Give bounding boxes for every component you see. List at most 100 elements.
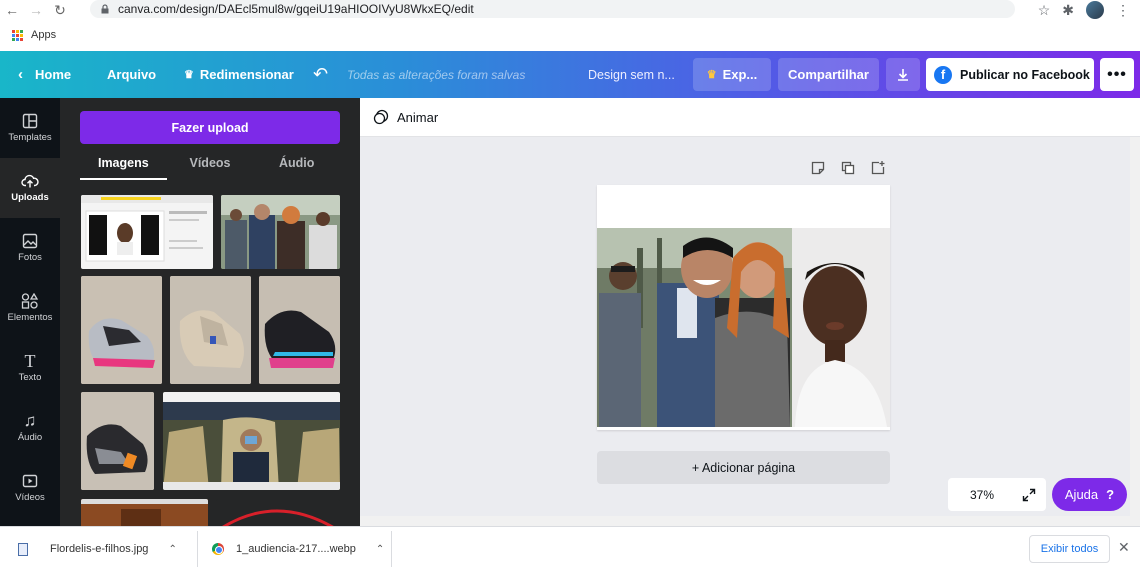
resize-button[interactable]: ♛ Redimensionar [184, 51, 294, 98]
rail-label: Elementos [7, 312, 53, 323]
downloads-bar: Flordelis-e-filhos.jpg ⌃ 1_audiencia-217… [0, 526, 1140, 570]
media-tabs: Imagens Vídeos Áudio [80, 154, 340, 180]
lock-icon [101, 4, 109, 14]
rail-label: Vídeos [15, 492, 45, 503]
apps-grid-icon [12, 29, 23, 41]
menu-kebab-icon[interactable]: ⋮ [1116, 2, 1130, 19]
tab-images[interactable]: Imagens [80, 154, 167, 180]
elements-icon [21, 293, 39, 309]
home-button[interactable]: ‹ Home [18, 51, 71, 98]
reload-icon[interactable]: ↻ [48, 0, 72, 20]
rail-item-templates[interactable]: Templates [0, 98, 60, 158]
page-tools [810, 160, 886, 176]
upload-button[interactable]: Fazer upload [80, 111, 340, 144]
question-icon: ? [1106, 487, 1115, 502]
publish-label: Publicar no Facebook [960, 67, 1090, 82]
chevron-up-icon[interactable]: ⌃ [376, 544, 384, 555]
rail-item-text[interactable]: T Texto [0, 338, 60, 398]
export-button[interactable]: ♛ Exp... [693, 58, 771, 91]
upload-thumbnail[interactable] [259, 276, 340, 384]
vertical-scrollbar[interactable] [1130, 137, 1140, 526]
rail-item-photos[interactable]: Fotos [0, 218, 60, 278]
url-text: canva.com/design/DAEcl5mul8w/gqeiU19aHIO… [118, 2, 474, 16]
photo-icon [22, 233, 38, 249]
undo-icon[interactable]: ↶ [313, 51, 328, 98]
rail-label: Templates [8, 132, 52, 143]
upload-thumbnail[interactable] [81, 195, 213, 269]
bookmark-apps[interactable]: Apps [31, 29, 56, 41]
horizontal-scrollbar[interactable] [360, 516, 1130, 526]
rail-label: Fotos [18, 252, 42, 263]
rail-label: Texto [18, 372, 42, 383]
chevron-left-icon: ‹ [18, 66, 23, 83]
star-icon[interactable]: ☆ [1038, 2, 1051, 19]
zoom-level[interactable]: 37% [970, 488, 994, 502]
bookmarks-bar: Apps [0, 22, 1140, 48]
audio-icon: ♫ [23, 411, 37, 430]
file-menu-button[interactable]: Arquivo [107, 51, 156, 98]
close-icon[interactable]: ✕ [1118, 539, 1130, 556]
add-page-icon[interactable] [870, 160, 886, 176]
duplicate-page-icon[interactable] [840, 160, 856, 176]
upload-thumbnail[interactable] [81, 499, 208, 526]
crown-icon: ♛ [184, 69, 194, 81]
download-filename: 1_audiencia-217....webp [236, 543, 356, 555]
editor-toolbar: Animar [360, 98, 1140, 137]
download-item[interactable]: 1_audiencia-217....webp ⌃ [212, 527, 384, 571]
rail-label: Uploads [11, 192, 49, 203]
video-icon [22, 474, 38, 488]
chrome-icon [212, 543, 224, 555]
help-label: Ajuda [1064, 487, 1099, 502]
share-button[interactable]: Compartilhar [778, 58, 879, 91]
forward-icon[interactable]: → [24, 0, 48, 20]
tab-videos[interactable]: Vídeos [167, 154, 254, 180]
download-item[interactable]: Flordelis-e-filhos.jpg ⌃ [18, 527, 177, 571]
download-icon[interactable] [886, 58, 920, 91]
divider [197, 531, 198, 567]
rail-item-elements[interactable]: Elementos [0, 278, 60, 338]
fullscreen-icon[interactable] [1022, 488, 1036, 502]
rail-item-audio[interactable]: ♫ Áudio [0, 398, 60, 458]
show-all-downloads-button[interactable]: Exibir todos [1029, 535, 1110, 563]
upload-cloud-icon [21, 174, 39, 188]
address-bar[interactable]: canva.com/design/DAEcl5mul8w/gqeiU19aHIO… [90, 0, 1015, 18]
upload-thumbnail[interactable] [81, 392, 154, 490]
home-label: Home [35, 67, 72, 82]
upload-thumbnail[interactable] [163, 392, 340, 490]
help-button[interactable]: Ajuda ? [1052, 478, 1127, 511]
rail-item-videos[interactable]: Vídeos [0, 458, 60, 518]
design-title[interactable]: Design sem n... [588, 51, 675, 98]
add-page-button[interactable]: + Adicionar página [597, 451, 890, 484]
animate-icon [373, 109, 389, 125]
export-label: Exp... [722, 67, 758, 82]
image-file-icon [18, 542, 28, 556]
facebook-icon: f [934, 65, 952, 84]
chevron-up-icon[interactable]: ⌃ [168, 544, 176, 555]
crown-icon: ♛ [706, 69, 717, 81]
resize-label: Redimensionar [199, 67, 294, 82]
canvas-image[interactable] [597, 228, 890, 427]
zoom-control[interactable]: 37% [948, 478, 1046, 511]
animate-button[interactable]: Animar [397, 110, 438, 125]
rail-item-uploads[interactable]: Uploads [0, 158, 60, 218]
uploads-panel: Fazer upload Imagens Vídeos Áudio [60, 98, 360, 526]
browser-toolbar: ← → ↻ canva.com/design/DAEcl5mul8w/gqeiU… [0, 0, 1140, 20]
back-icon[interactable]: ← [0, 0, 24, 20]
divider [391, 531, 392, 567]
upload-thumbnail[interactable] [221, 195, 340, 269]
extensions-icon[interactable]: ✱ [1062, 2, 1074, 19]
more-options-button[interactable]: ••• [1100, 58, 1134, 91]
upload-thumbnail[interactable] [216, 499, 340, 526]
upload-thumbnail[interactable] [81, 276, 162, 384]
design-page[interactable] [597, 185, 890, 430]
publish-facebook-button[interactable]: f Publicar no Facebook [926, 58, 1094, 91]
download-filename: Flordelis-e-filhos.jpg [50, 543, 149, 555]
upload-thumbnail[interactable] [170, 276, 251, 384]
tab-audio[interactable]: Áudio [253, 154, 340, 180]
notes-icon[interactable] [810, 160, 826, 176]
canva-topbar: ‹ Home Arquivo ♛ Redimensionar ↶ Todas a… [0, 51, 1140, 98]
side-rail: Templates Uploads Fotos Elementos T Text… [0, 98, 60, 526]
text-icon: T [24, 351, 36, 371]
editor-area: Animar + Adicionar página 37% Ajuda ? [360, 98, 1140, 526]
profile-avatar[interactable] [1086, 1, 1104, 19]
